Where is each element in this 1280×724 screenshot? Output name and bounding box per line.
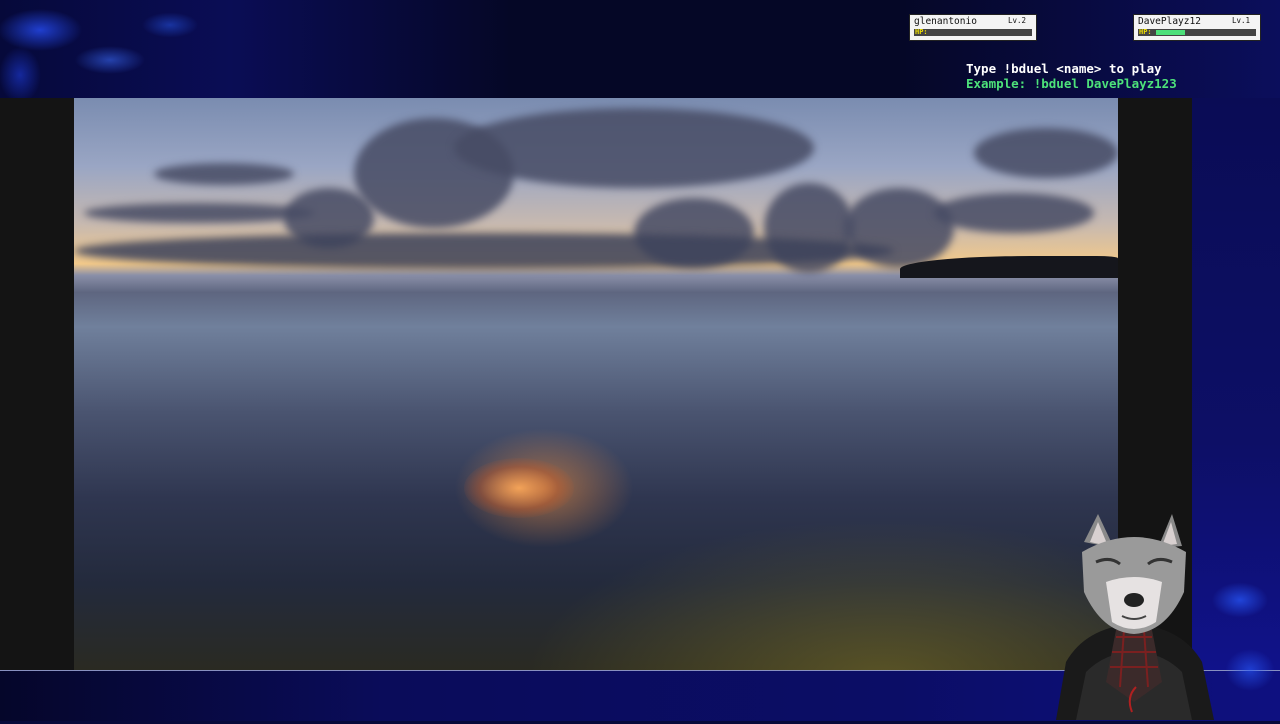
- example-line: Example: !bduel DavePlayz123: [966, 76, 1177, 91]
- player-name: DavePlayz12: [1138, 16, 1201, 27]
- cloud-shape: [154, 163, 294, 185]
- player-card-1: glenantonio Lv.2 HP:: [909, 14, 1037, 41]
- hp-fill: [1156, 30, 1185, 35]
- hp-label: HP:: [915, 28, 928, 36]
- stream-video[interactable]: [74, 98, 1118, 670]
- cloud-shape: [974, 128, 1118, 178]
- cloud-bank: [74, 233, 894, 269]
- hp-label: HP:: [1139, 28, 1152, 36]
- player-level: Lv.1: [1231, 16, 1250, 25]
- wolf-avatar-icon: [1046, 512, 1222, 720]
- hp-bar: HP:: [1138, 28, 1256, 36]
- chat-instructions: Type !bduel <name> to play Example: !bdu…: [966, 61, 1177, 91]
- instruction-line: Type !bduel <name> to play: [966, 61, 1162, 76]
- hp-bar: HP:: [914, 28, 1032, 36]
- swimmers: [464, 458, 574, 518]
- player-name: glenantonio: [914, 16, 977, 27]
- cloud-shape: [84, 203, 314, 223]
- player-level: Lv.2: [1007, 16, 1026, 25]
- cloud-shape: [934, 193, 1094, 233]
- player-card-2: DavePlayz12 Lv.1 HP:: [1133, 14, 1261, 41]
- swirl-decoration-top-left: [0, 0, 230, 98]
- cloud-shape: [454, 108, 814, 188]
